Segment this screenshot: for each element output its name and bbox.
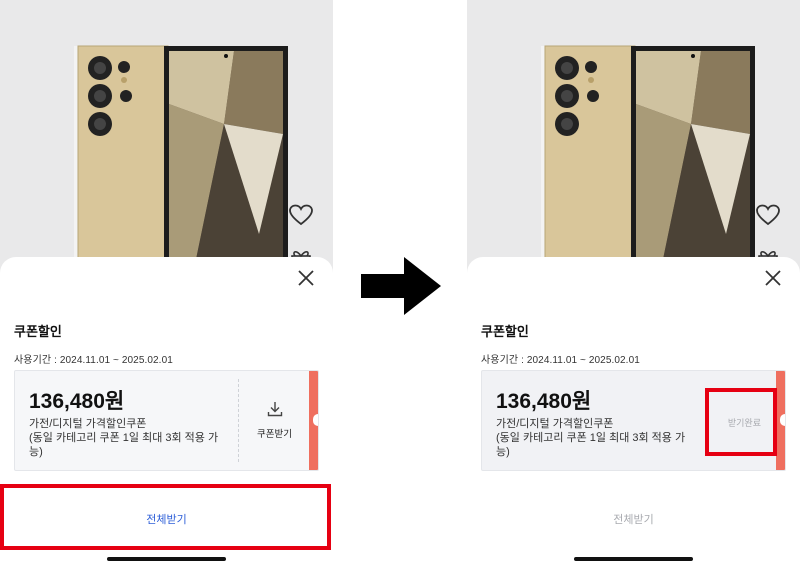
coupon-amount: 136,480원 <box>29 390 125 413</box>
highlight-box-all-button <box>0 484 331 550</box>
coupon-name: 가전/디지털 가격할인쿠폰 <box>496 418 614 430</box>
home-indicator <box>107 557 226 561</box>
coupon-notch <box>313 414 318 426</box>
heart-icon[interactable] <box>289 204 313 226</box>
coupon-condition: (동일 카테고리 쿠폰 1일 최대 3회 적용 가능) <box>496 432 686 458</box>
right-arrow-icon <box>361 257 441 315</box>
coupon-description: 가전/디지털 가격할인쿠폰 (동일 카테고리 쿠폰 1일 최대 3회 적용 가능… <box>496 417 696 459</box>
coupon-amount: 136,480원 <box>496 390 592 413</box>
get-coupon-button[interactable]: 쿠폰받기 <box>239 371 310 470</box>
coupon-card: 136,480원 가전/디지털 가격할인쿠폰 (동일 카테고리 쿠폰 1일 최대… <box>14 370 319 471</box>
heart-icon[interactable] <box>756 204 780 226</box>
sheet-title: 쿠폰할인 <box>481 324 529 339</box>
get-all-button: 전체받기 <box>613 514 654 526</box>
coupon-condition: (동일 카테고리 쿠폰 1일 최대 3회 적용 가능) <box>29 432 219 458</box>
close-icon[interactable] <box>295 267 317 289</box>
coupon-notch <box>780 414 785 426</box>
coupon-name: 가전/디지털 가격할인쿠폰 <box>29 418 147 430</box>
coupon-description: 가전/디지털 가격할인쿠폰 (동일 카테고리 쿠폰 1일 최대 3회 적용 가능… <box>29 417 229 459</box>
home-indicator <box>574 557 693 561</box>
usage-period: 사용기간 : 2024.11.01 ~ 2025.02.01 <box>481 355 640 366</box>
screen-after: 쿠폰할인 사용기간 : 2024.11.01 ~ 2025.02.01 136,… <box>467 0 800 570</box>
usage-period: 사용기간 : 2024.11.01 ~ 2025.02.01 <box>14 355 173 366</box>
product-image <box>74 45 288 274</box>
product-image <box>541 45 755 274</box>
sheet-title: 쿠폰할인 <box>14 324 62 339</box>
highlight-box-received <box>705 388 777 456</box>
screen-before: 쿠폰할인 사용기간 : 2024.11.01 ~ 2025.02.01 136,… <box>0 0 333 570</box>
get-coupon-label: 쿠폰받기 <box>257 429 292 440</box>
download-icon <box>267 402 283 417</box>
close-icon[interactable] <box>762 267 784 289</box>
